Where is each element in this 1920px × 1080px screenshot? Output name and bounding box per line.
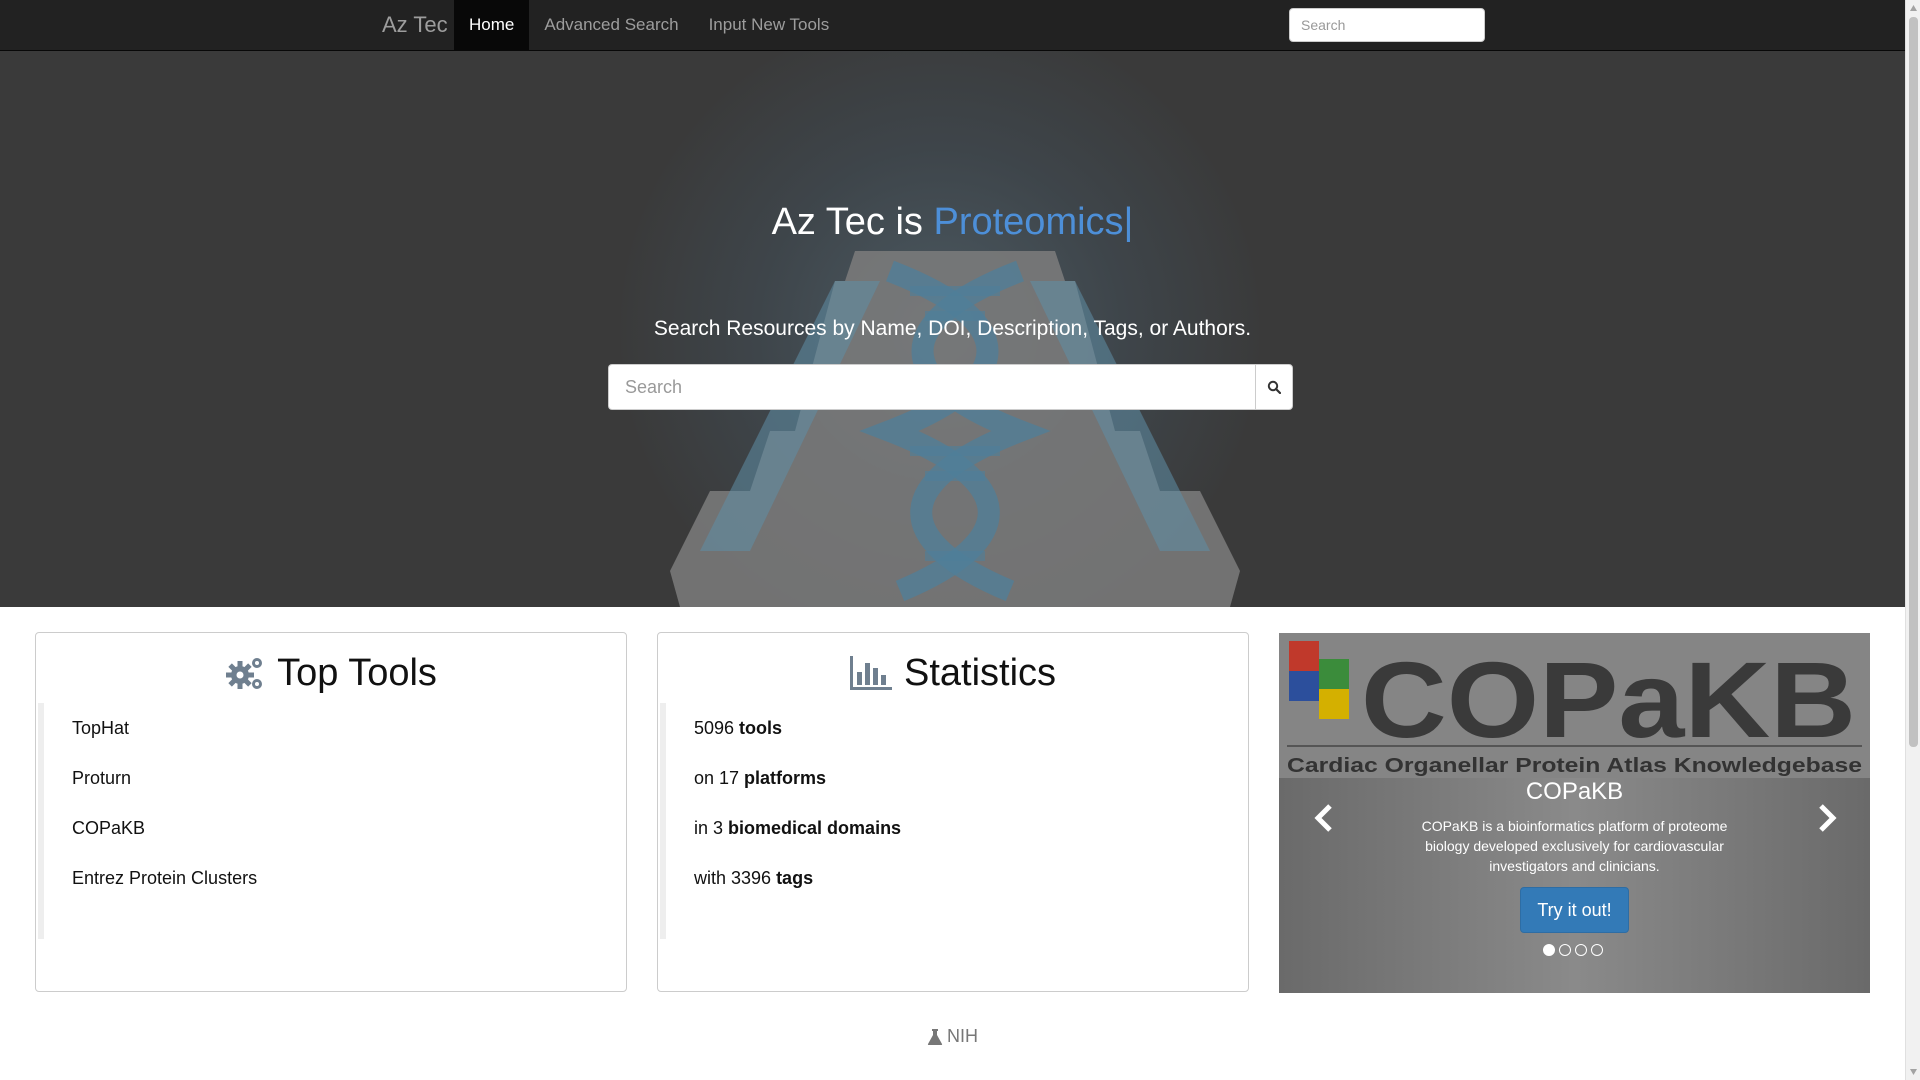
carousel-indicators <box>1543 944 1603 956</box>
brand-link[interactable]: Az Tec <box>367 0 463 50</box>
typing-caret: | <box>1123 201 1134 243</box>
top-tools-title: Top Tools <box>277 651 437 694</box>
carousel-caption-text: COPaKB is a bioinformatics platform of p… <box>1421 818 1728 874</box>
carousel-logo-text: COPaKB <box>1361 639 1856 760</box>
stat-label: tools <box>739 718 783 738</box>
scroll-up-arrow-icon[interactable] <box>1909 3 1918 13</box>
footer: NIH <box>0 1026 1905 1047</box>
list-item[interactable]: Proturn <box>72 753 618 803</box>
list-item[interactable]: COPaKB <box>72 803 618 853</box>
list-item[interactable]: Entrez Protein Clusters <box>72 853 618 903</box>
scroll-down-arrow-icon[interactable] <box>1909 1067 1918 1077</box>
nav-item-input-new-tools[interactable]: Input New Tools <box>694 0 845 50</box>
copakb-logo-image: COPaKB Cardiac Organellar Protein Atlas … <box>1279 633 1870 778</box>
carousel-logo-subtitle: Cardiac Organellar Protein Atlas Knowled… <box>1287 755 1862 777</box>
stat-platforms: on 17 platforms <box>694 753 1240 803</box>
nav-item-home[interactable]: Home <box>454 0 530 50</box>
featured-tool-carousel: COPaKB Cardiac Organellar Protein Atlas … <box>1279 633 1870 993</box>
chevron-left-icon <box>1314 804 1332 832</box>
carousel-indicator-1[interactable] <box>1543 944 1555 956</box>
search-icon <box>1267 380 1281 394</box>
top-navbar: Az Tec Home Advanced Search Input New To… <box>0 0 1905 51</box>
carousel-indicator-4[interactable] <box>1591 944 1603 956</box>
statistics-list: 5096 tools on 17 platforms in 3 biomedic… <box>660 703 1240 939</box>
bar-chart-icon <box>849 656 892 690</box>
footer-label[interactable]: NIH <box>947 1026 978 1047</box>
scrollbar-thumb[interactable] <box>1909 17 1918 747</box>
stat-tags: with 3396 tags <box>694 853 1240 903</box>
stat-value: 5096 <box>694 718 740 738</box>
hero-subtitle: Search Resources by Name, DOI, Descripti… <box>653 317 1252 340</box>
list-item[interactable]: TopHat <box>72 703 618 753</box>
hero-title-prefix: Az Tec is <box>771 201 934 243</box>
nav-item-advanced-search[interactable]: Advanced Search <box>529 0 693 50</box>
flask-icon <box>927 1028 943 1045</box>
tool-name[interactable]: Entrez Protein Clusters <box>72 868 257 888</box>
stat-domains: in 3 biomedical domains <box>694 803 1240 853</box>
nav-menu: Home Advanced Search Input New Tools <box>454 0 844 50</box>
stat-tools: 5096 tools <box>694 703 1240 753</box>
hero-search-group <box>608 364 1293 410</box>
navbar-search-input[interactable] <box>1289 8 1485 42</box>
statistics-panel: Statistics 5096 tools on 17 platforms in… <box>657 632 1249 992</box>
stat-label: tags <box>776 868 814 888</box>
top-tools-panel: Top Tools TopHat Proturn COPaKB Entrez P… <box>35 632 627 992</box>
stat-value: in 3 <box>694 818 729 838</box>
tool-name[interactable]: COPaKB <box>72 818 145 838</box>
statistics-title: Statistics <box>903 651 1057 694</box>
statistics-heading: Statistics <box>658 651 1248 695</box>
page-scrollbar[interactable] <box>1905 0 1920 1080</box>
stat-label: platforms <box>744 768 827 788</box>
try-it-out-button[interactable]: Try it out! <box>1520 887 1629 933</box>
top-tools-list: TopHat Proturn COPaKB Entrez Protein Clu… <box>38 703 618 939</box>
carousel-caption-title: COPaKB <box>1525 778 1624 805</box>
hero-search-input[interactable] <box>608 364 1255 410</box>
hero-title: Az Tec is Proteomics| <box>0 201 1905 244</box>
carousel-indicator-3[interactable] <box>1575 944 1587 956</box>
top-tools-heading: Top Tools <box>36 651 626 695</box>
hero-title-rotator: Proteomics <box>933 201 1124 243</box>
stat-value: on 17 <box>694 768 745 788</box>
carousel-indicator-2[interactable] <box>1559 944 1571 956</box>
gears-icon <box>226 658 263 689</box>
stat-label: biomedical domains <box>728 818 902 838</box>
tool-name[interactable]: Proturn <box>72 768 131 788</box>
hero-search-button[interactable] <box>1255 364 1293 410</box>
chevron-right-icon <box>1819 804 1837 832</box>
hero-section: Az Tec is Proteomics| Search Resources b… <box>0 51 1905 607</box>
tool-name[interactable]: TopHat <box>72 718 129 738</box>
stat-value: with 3396 <box>694 868 777 888</box>
